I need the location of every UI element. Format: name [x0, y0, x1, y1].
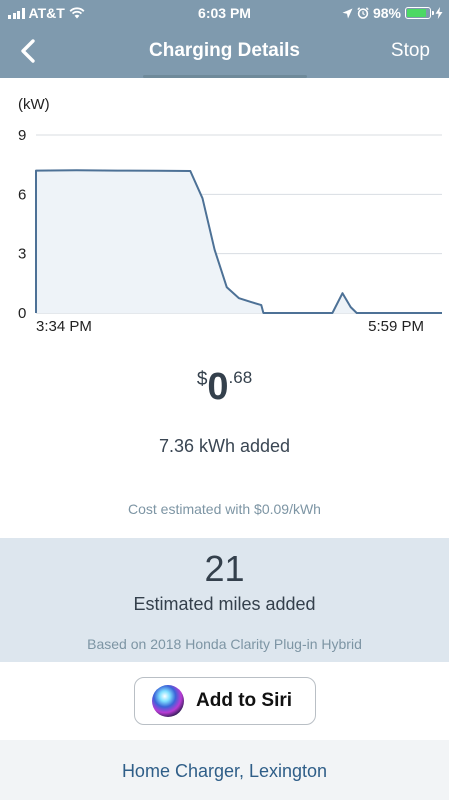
y-tick-label-3: 3 [18, 246, 26, 263]
page-title: Charging Details [149, 40, 300, 61]
footer: Home Charger, Lexington [0, 740, 449, 800]
siri-icon [152, 685, 184, 717]
power-area-fill [36, 170, 442, 313]
add-to-siri-label: Add to Siri [196, 690, 293, 711]
status-right: 98% [342, 5, 443, 21]
location-arrow-icon [342, 8, 353, 18]
energy-added: 7.36 kWh added [158, 436, 291, 456]
nav-bar: Charging Details Stop [0, 26, 449, 78]
cost-whole: 0 [207, 366, 229, 408]
alarm-clock-icon [357, 7, 369, 19]
cost-display: $0.68 [0, 366, 449, 409]
y-tick-label-0: 0 [18, 305, 26, 322]
battery-icon [405, 7, 434, 19]
miles-label: Estimated miles added [133, 594, 316, 614]
x-end-label: 5:59 PM [368, 318, 424, 335]
x-start-label: 3:34 PM [36, 318, 92, 335]
status-bar: AT&T 6:03 PM 98% [0, 0, 449, 26]
y-tick-label-9: 9 [18, 127, 26, 144]
charging-bolt-icon [435, 7, 443, 19]
power-chart-svg: (kW) 0 3 6 9 3:34 PM 5:59 PM [18, 96, 442, 335]
y-axis-label: (kW) [18, 96, 50, 113]
rate-note: Cost estimated with $0.09/kWh [128, 501, 321, 517]
y-tick-label-6: 6 [18, 186, 26, 203]
miles-panel: 21 Estimated miles added Based on 2018 H… [0, 538, 449, 662]
vehicle-note: Based on 2018 Honda Clarity Plug-in Hybr… [87, 636, 362, 652]
battery-percent: 98% [372, 5, 401, 21]
stop-button[interactable]: Stop [391, 40, 430, 62]
miles-value: 21 [204, 548, 245, 589]
charger-location-link[interactable]: Home Charger, Lexington [0, 761, 449, 782]
cost-currency: $ [196, 369, 208, 390]
power-chart: (kW) 0 3 6 9 3:34 PM 5:59 PM [0, 78, 449, 343]
add-to-siri-button[interactable]: Add to Siri [134, 677, 316, 725]
cost-fraction: .68 [228, 368, 253, 387]
